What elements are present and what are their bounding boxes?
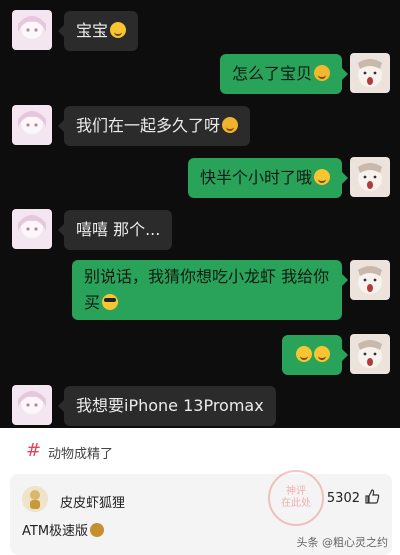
like-count: 5302 [326,491,360,506]
topic-bar[interactable]: # 动物成精了 [0,428,400,474]
avatar[interactable] [350,334,390,374]
message-bubble[interactable]: 宝宝 [57,11,139,51]
tease-emoji-icon [314,65,330,81]
message-text: 快半个小时了哦 [199,168,312,187]
stamp-text: 神评 在此处 [270,486,322,510]
message-text: 我想要iPhone 13Promax [76,396,264,415]
sweat-emoji-icon [222,117,239,133]
thumbs-up-icon[interactable] [364,489,380,505]
avatar[interactable] [350,53,390,93]
avatar[interactable] [22,486,48,512]
comment-username[interactable]: 皮皮虾狐狸 [60,492,125,511]
avatar[interactable] [350,157,390,197]
avatar[interactable] [12,209,52,249]
avatar[interactable] [12,105,52,145]
message-bubble[interactable]: 快半个小时了哦 [187,158,349,198]
stamp-line-1: 神评 [286,486,306,497]
avatar[interactable] [350,260,390,300]
message-bubble[interactable]: 嘻嘻 那个... [57,210,173,250]
laugh-emoji-icon [296,346,312,362]
avatar[interactable] [12,10,52,50]
message-bubble[interactable]: 怎么了宝贝 [219,54,349,94]
comment-text: ATM极速版 [22,520,105,539]
avatar[interactable] [12,385,52,425]
comment-text-content: ATM极速版 [22,524,89,539]
message-row: 宝宝 [0,10,400,54]
smile-emoji-icon [314,169,330,185]
message-row: 快半个小时了哦 [0,157,400,201]
message-text: 怎么了宝贝 [231,64,312,83]
message-text: 我们在一起多久了呀 [76,116,221,135]
laugh-emoji-icon [314,346,330,362]
watermark: 头条 @粗心灵之约 [296,536,389,549]
message-row: 别说话，我猜你想吃小龙虾 我给你买 [0,260,400,322]
stamp-line-2: 在此处 [281,498,311,509]
message-row: 怎么了宝贝 [0,53,400,97]
message-row: 嘻嘻 那个... [0,209,400,253]
message-row [0,334,400,378]
topic-title[interactable]: 动物成精了 [48,443,113,462]
message-text: 别说话，我猜你想吃小龙虾 我给你买 [84,267,330,312]
message-bubble[interactable]: 我们在一起多久了呀 [57,106,251,146]
smile-emoji-icon [110,22,127,38]
message-row: 我想要iPhone 13Promax [0,385,400,428]
dog-emoji-icon [90,523,105,537]
message-bubble[interactable]: 别说话，我猜你想吃小龙虾 我给你买 [72,260,348,320]
message-text: 宝宝 [76,21,109,40]
hashtag-icon: # [26,440,42,461]
chat-area: 宝宝 怎么了宝贝 我们在一起多久了呀 快半个小时了哦 嘻嘻 那个... 别说话，… [0,0,400,428]
message-bubble[interactable] [282,335,348,375]
message-row: 我们在一起多久了呀 [0,105,400,149]
sunglasses-emoji-icon [102,294,119,310]
message-text: 嘻嘻 那个... [76,220,161,239]
featured-comment-stamp: 神评 在此处 [268,470,324,526]
message-bubble[interactable]: 我想要iPhone 13Promax [58,386,276,426]
